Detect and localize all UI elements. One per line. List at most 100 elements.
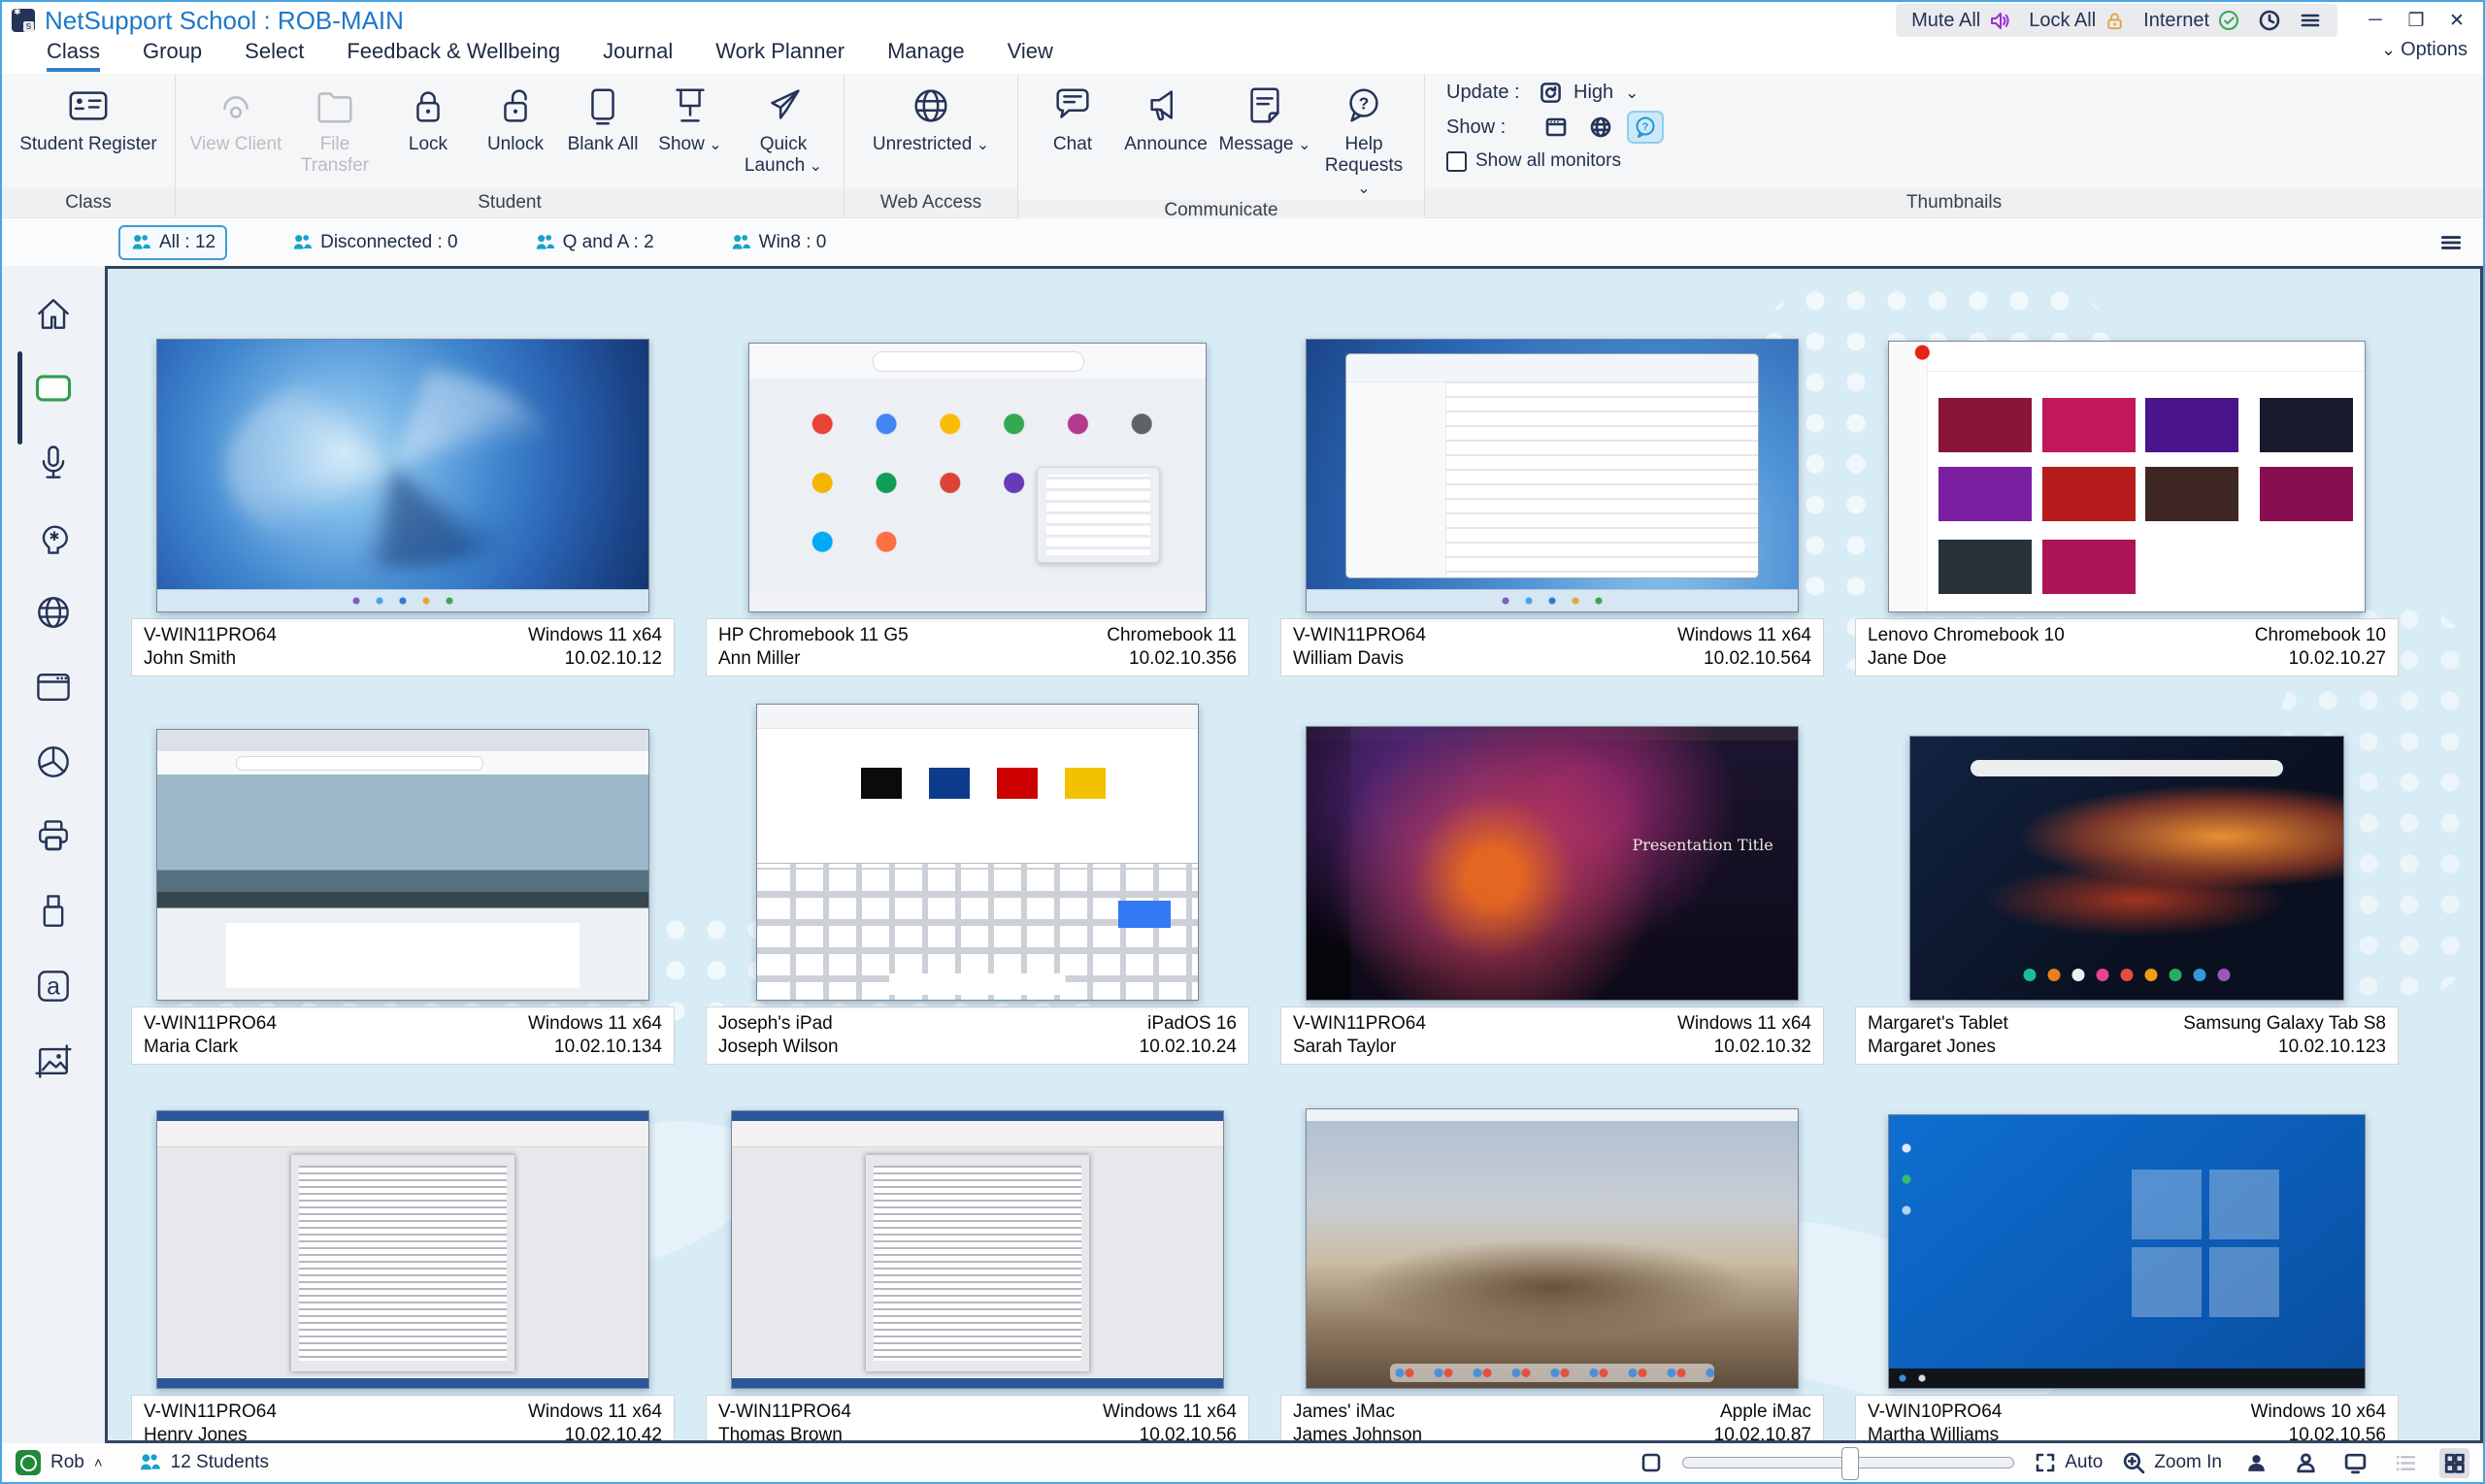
sidebar-item-printing[interactable] <box>31 814 76 859</box>
student-screen-thumbnail[interactable]: Presentation Title <box>1306 726 1799 1001</box>
list-view-button[interactable] <box>2390 1448 2420 1478</box>
student-register-button[interactable]: Student Register <box>16 83 161 155</box>
lock-all-label: Lock All <box>2029 9 2097 31</box>
ribbon-group-communicate: Chat Announce Message ⌄ ? Help Requests … <box>1018 74 1425 221</box>
lock-icon <box>2107 12 2122 29</box>
chat-button[interactable]: Chat <box>1032 83 1113 155</box>
zoom-in-icon <box>2124 1452 2145 1473</box>
student-screen-thumbnail[interactable] <box>756 704 1199 1001</box>
student-screen-thumbnail[interactable] <box>156 729 649 1001</box>
printer-icon <box>39 820 68 851</box>
maximize-button[interactable]: ❐ <box>2398 7 2435 34</box>
quick-launch-button[interactable]: Quick Launch <box>737 83 830 178</box>
student-screen-thumbnail[interactable] <box>1306 1108 1799 1389</box>
sidebar-item-devices[interactable] <box>31 889 76 934</box>
blank-all-button[interactable]: Blank All <box>562 83 644 155</box>
os-name: Windows 11 x64 <box>528 625 662 645</box>
tab-feedback-wellbeing[interactable]: Feedback & Wellbeing <box>347 39 560 72</box>
mute-all-button[interactable]: Mute All <box>1911 9 2011 32</box>
sidebar-item-applications[interactable] <box>31 665 76 709</box>
unlock-button[interactable]: Unlock <box>475 83 556 155</box>
update-chevron-icon <box>1625 82 1639 104</box>
student-name: Henry Jones <box>144 1425 248 1443</box>
student-screen-thumbnail[interactable] <box>748 343 1207 612</box>
ip-address: 10.02.10.87 <box>1713 1425 1811 1443</box>
minimize-button[interactable]: ─ <box>2357 7 2394 34</box>
ip-address: 10.02.10.564 <box>1704 648 1811 669</box>
slider-handle[interactable] <box>1841 1447 1860 1480</box>
sidebar-item-home[interactable] <box>31 291 76 336</box>
internet-status-button[interactable]: Internet <box>2143 9 2240 32</box>
tab-manage[interactable]: Manage <box>887 39 965 72</box>
megaphone-icon <box>1150 90 1173 121</box>
tab-work-planner[interactable]: Work Planner <box>715 39 845 72</box>
ip-address: 10.02.10.356 <box>1129 648 1237 669</box>
options-button[interactable]: Options <box>2381 39 2468 61</box>
tutor-chevron-icon[interactable]: ˄ <box>94 1455 103 1471</box>
sidebar-item-screenshot[interactable] <box>31 1039 76 1083</box>
sidebar-item-audio[interactable] <box>31 441 76 485</box>
tab-class[interactable]: Class <box>47 39 101 72</box>
student-screen-thumbnail[interactable] <box>731 1110 1224 1389</box>
help-requests-button[interactable]: ? Help Requests <box>1317 83 1410 200</box>
machine-name: V-WIN11PRO64 <box>718 1402 851 1422</box>
tab-select[interactable]: Select <box>245 39 304 72</box>
grid-view-button[interactable] <box>2439 1447 2469 1478</box>
lock-button[interactable]: Lock <box>387 83 469 155</box>
filter-tab-win8[interactable]: Win8 : 0 <box>718 225 839 260</box>
home-icon <box>38 299 69 329</box>
student-screen-thumbnail[interactable] <box>1888 1114 2366 1389</box>
recent-activity-button[interactable] <box>2258 9 2281 32</box>
announce-button[interactable]: Announce <box>1119 83 1212 155</box>
tab-journal[interactable]: Journal <box>603 39 673 72</box>
projector-screen-icon <box>676 88 705 122</box>
show-logon-names-toggle[interactable] <box>2291 1448 2321 1478</box>
filter-tab-disconnected[interactable]: Disconnected : 0 <box>280 225 470 260</box>
message-button[interactable]: Message <box>1218 83 1311 156</box>
zoom-in-button[interactable]: Zoom In <box>2122 1451 2222 1475</box>
unrestricted-button[interactable]: Unrestricted <box>858 83 1004 156</box>
sidebar-item-web[interactable] <box>31 590 76 635</box>
student-tile: HP Chromebook 11 G5 Chromebook 11 Ann Mil… <box>706 313 1249 676</box>
os-name: Windows 11 x64 <box>528 1013 662 1034</box>
update-speed-control[interactable]: Update : High <box>1446 82 1639 104</box>
thumbnail-size-slider[interactable] <box>1682 1447 2015 1480</box>
machine-name: V-WIN11PRO64 <box>1293 625 1426 645</box>
student-screen-thumbnail[interactable] <box>156 339 649 612</box>
show-all-monitors-label: Show all monitors <box>1475 150 1621 171</box>
os-name: Windows 10 x64 <box>2250 1402 2386 1422</box>
tab-group[interactable]: Group <box>143 39 202 72</box>
close-button[interactable]: ✕ <box>2438 7 2475 34</box>
sidebar-item-wellbeing[interactable]: ✱ <box>31 515 76 560</box>
view-client-icon <box>223 96 248 118</box>
student-screen-thumbnail[interactable] <box>156 1110 649 1389</box>
student-screen-thumbnail[interactable] <box>1909 736 2344 1001</box>
show-student-names-toggle[interactable] <box>2241 1448 2271 1478</box>
sidebar-item-time-limits[interactable] <box>31 740 76 784</box>
show-all-monitors-checkbox[interactable]: Show all monitors <box>1446 150 1621 172</box>
filter-tab-q-and-a[interactable]: Q and A : 2 <box>522 225 666 260</box>
student-name: Ann Miller <box>718 648 801 669</box>
lock-all-button[interactable]: Lock All <box>2029 10 2126 32</box>
show-application-toggle[interactable] <box>1540 113 1573 142</box>
show-help-requests-toggle[interactable]: ? <box>1627 111 1664 144</box>
student-screen-thumbnail[interactable] <box>1888 341 2366 612</box>
show-machine-names-toggle[interactable] <box>2340 1448 2370 1478</box>
student-tile: V-WIN10PRO64 Windows 10 x64 Martha Willia… <box>1855 1090 2399 1440</box>
student-screen-thumbnail[interactable] <box>1306 339 1799 612</box>
titlebar-menu-button[interactable] <box>2299 9 2322 32</box>
filter-tab-all[interactable]: All : 12 <box>118 224 228 260</box>
os-name: Chromebook 10 <box>2254 625 2386 645</box>
tab-view[interactable]: View <box>1008 39 1053 72</box>
app-logo-icon <box>12 7 35 32</box>
show-website-toggle[interactable] <box>1584 113 1617 142</box>
show-button[interactable]: Show <box>649 83 731 156</box>
sidebar-item-typing[interactable]: a <box>31 964 76 1008</box>
refresh-icon <box>1541 82 1561 103</box>
id-card-icon <box>69 91 108 120</box>
thumbnail-size-small-icon[interactable] <box>1640 1451 1663 1474</box>
student-tile: Lenovo Chromebook 10 Chromebook 10 Jane D… <box>1855 313 2399 676</box>
sidebar-item-thumbnail-view[interactable] <box>31 366 76 411</box>
auto-size-button[interactable]: Auto <box>2034 1451 2103 1474</box>
filter-row-menu-button[interactable] <box>2438 230 2464 255</box>
